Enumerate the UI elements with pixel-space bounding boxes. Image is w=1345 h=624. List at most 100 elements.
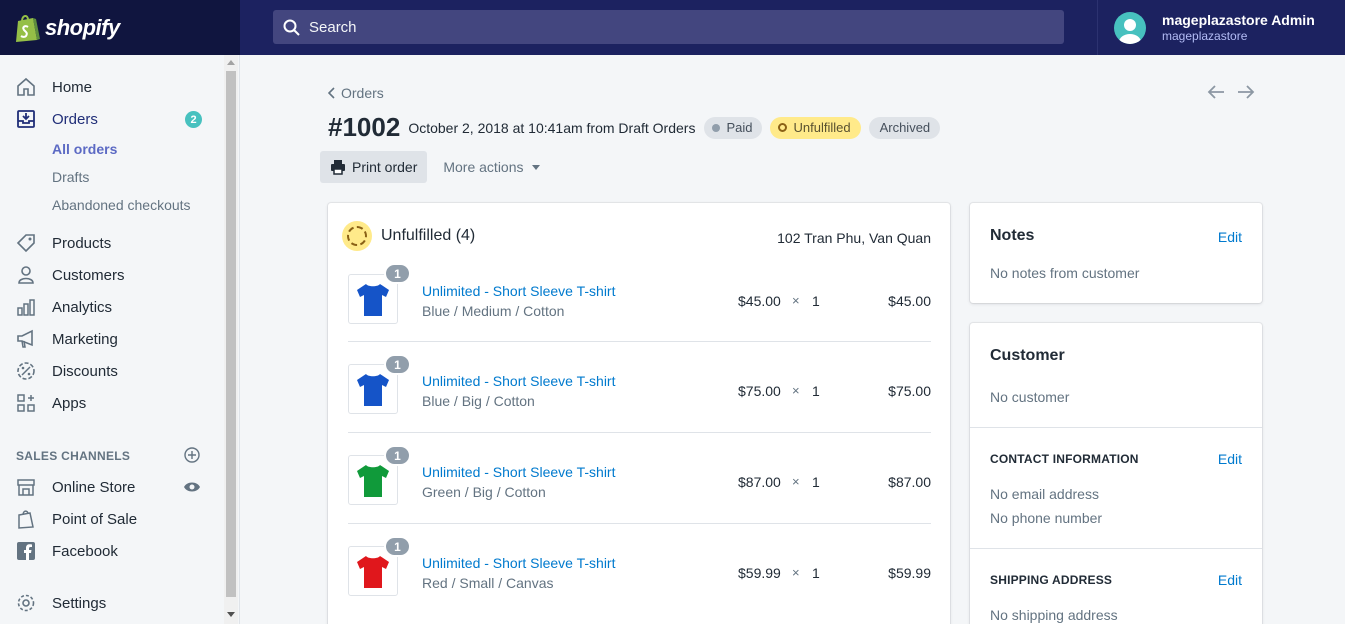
bag-icon xyxy=(16,509,36,529)
tag-icon xyxy=(16,233,36,253)
facebook-icon xyxy=(16,541,36,561)
megaphone-icon xyxy=(16,329,36,349)
quantity: 1 xyxy=(812,474,820,490)
customer-text: No customer xyxy=(990,389,1070,405)
sidebar-item-customers[interactable]: Customers xyxy=(0,261,222,289)
scroll-down-arrow[interactable] xyxy=(227,612,235,617)
product-link[interactable]: Unlimited - Short Sleeve T-shirt xyxy=(422,283,615,299)
scroll-up-arrow[interactable] xyxy=(227,60,235,65)
person-icon xyxy=(16,265,36,285)
sidebar-item-label: Customers xyxy=(52,266,125,284)
order-pagination xyxy=(1206,84,1256,100)
quantity-badge: 1 xyxy=(384,354,411,375)
sidebar-item-discounts[interactable]: Discounts xyxy=(0,357,222,385)
product-link[interactable]: Unlimited - Short Sleeve T-shirt xyxy=(422,464,615,480)
tshirt-icon xyxy=(357,374,389,406)
sidebar-item-label: Marketing xyxy=(52,330,118,348)
notes-card: Notes Edit No notes from customer xyxy=(970,203,1262,303)
divider xyxy=(970,427,1262,428)
quantity: 1 xyxy=(812,293,820,309)
line-total: $87.00 xyxy=(888,474,931,490)
shipping-address-heading: SHIPPING ADDRESS xyxy=(990,573,1113,587)
bar-chart-icon xyxy=(16,297,36,317)
chevron-left-icon xyxy=(328,87,335,99)
sidebar-item-point-of-sale[interactable]: Point of Sale xyxy=(0,505,222,533)
sidebar-item-label: Discounts xyxy=(52,362,118,380)
shipping-edit-link[interactable]: Edit xyxy=(1218,572,1242,588)
sidebar-subitem-all-orders[interactable]: All orders xyxy=(52,141,117,157)
unfulfilled-card: Unfulfilled (4) 102 Tran Phu, Van Quan 1… xyxy=(328,203,950,624)
divider xyxy=(970,548,1262,549)
sidebar-item-label: Home xyxy=(52,78,93,96)
user-menu[interactable]: mageplazastore Admin mageplazastore xyxy=(1097,0,1345,55)
arrow-right-icon[interactable] xyxy=(1236,84,1256,100)
scroll-thumb[interactable] xyxy=(226,71,236,597)
notes-title: Notes xyxy=(990,227,1035,244)
status-badge-unfulfilled: Unfulfilled xyxy=(770,116,861,139)
sidebar-item-home[interactable]: Home xyxy=(0,73,222,101)
contact-edit-link[interactable]: Edit xyxy=(1218,451,1242,467)
page-title: #1002 xyxy=(328,112,401,142)
sidebar-item-settings[interactable]: Settings xyxy=(0,589,222,617)
sales-channels-heading: SALES CHANNELS xyxy=(16,449,131,463)
more-actions-button[interactable]: More actions xyxy=(443,159,540,175)
eye-icon[interactable] xyxy=(183,481,201,493)
fulfillment-header: Unfulfilled (4) xyxy=(342,221,475,251)
sidebar-item-label: Analytics xyxy=(52,298,113,316)
product-link[interactable]: Unlimited - Short Sleeve T-shirt xyxy=(422,373,615,389)
notes-edit-link[interactable]: Edit xyxy=(1218,229,1242,245)
user-name: mageplazastore Admin xyxy=(1162,12,1315,28)
order-date: October 2, 2018 at 10:41am from Draft Or… xyxy=(408,119,696,136)
apps-icon xyxy=(16,393,36,413)
sidebar-subitem-abandoned-checkouts[interactable]: Abandoned checkouts xyxy=(52,197,191,213)
phone-text: No phone number xyxy=(990,510,1103,526)
customer-card: Customer No customer CONTACT INFORMATION… xyxy=(970,323,1262,624)
breadcrumb-orders[interactable]: Orders xyxy=(328,85,384,101)
product-variant: Blue / Medium / Cotton xyxy=(422,303,565,319)
line-item: 1 Unlimited - Short Sleeve T-shirt Red /… xyxy=(348,523,931,614)
search-icon xyxy=(283,19,300,36)
quantity-badge: 1 xyxy=(384,445,411,466)
sidebar-item-label: Point of Sale xyxy=(52,510,138,528)
sidebar-item-products[interactable]: Products xyxy=(0,229,222,257)
email-text: No email address xyxy=(990,486,1099,502)
shopify-bag-icon xyxy=(16,14,40,42)
customer-title: Customer xyxy=(990,347,1065,364)
sidebar-item-label: Online Store xyxy=(52,478,136,496)
breadcrumb-label: Orders xyxy=(341,85,384,101)
status-badge-archived: Archived xyxy=(868,116,941,139)
home-icon xyxy=(16,77,36,97)
top-bar: shopify Search mageplazastore Admin mage… xyxy=(0,0,1345,55)
order-header: #1002 October 2, 2018 at 10:41am from Dr… xyxy=(328,112,948,143)
sidebar-item-apps[interactable]: Apps xyxy=(0,389,222,417)
tshirt-icon xyxy=(357,556,389,588)
search-input[interactable]: Search xyxy=(273,10,1064,44)
sidebar-item-marketing[interactable]: Marketing xyxy=(0,325,222,353)
status-badge-paid: Paid xyxy=(704,116,763,139)
sidebar-item-analytics[interactable]: Analytics xyxy=(0,293,222,321)
line-total: $59.99 xyxy=(888,565,931,581)
quantity: 1 xyxy=(812,565,820,581)
store-icon xyxy=(16,477,36,497)
notes-text: No notes from customer xyxy=(990,265,1140,281)
unfulfilled-status-icon xyxy=(342,221,372,251)
user-store: mageplazastore xyxy=(1162,29,1248,43)
fulfillment-location: 102 Tran Phu, Van Quan xyxy=(777,230,931,246)
sidebar-subitem-drafts[interactable]: Drafts xyxy=(52,169,89,185)
arrow-left-icon[interactable] xyxy=(1206,84,1226,100)
unit-price: $45.00 xyxy=(738,293,781,309)
orders-icon xyxy=(16,109,36,129)
unit-price: $75.00 xyxy=(738,383,781,399)
sidebar-item-label: Facebook xyxy=(52,542,118,560)
quantity-badge: 1 xyxy=(384,536,411,557)
avatar xyxy=(1114,11,1146,44)
line-total: $45.00 xyxy=(888,293,931,309)
sidebar-item-label: Settings xyxy=(52,594,107,612)
sidebar-scrollbar[interactable] xyxy=(224,55,238,624)
sidebar-item-facebook[interactable]: Facebook xyxy=(0,537,222,565)
tshirt-icon xyxy=(357,465,389,497)
add-channel-icon[interactable] xyxy=(184,447,200,463)
product-link[interactable]: Unlimited - Short Sleeve T-shirt xyxy=(422,555,615,571)
print-order-button[interactable]: Print order xyxy=(320,151,428,183)
shopify-logo[interactable]: shopify xyxy=(0,0,240,55)
